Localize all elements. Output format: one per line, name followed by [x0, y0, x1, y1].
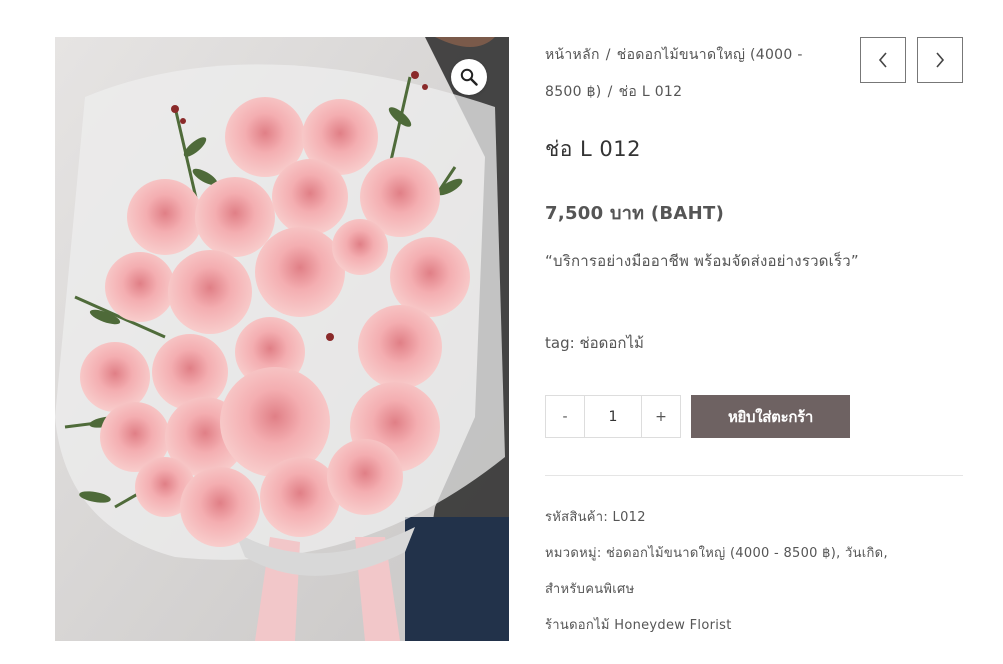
breadcrumb-home-link[interactable]: หน้าหลัก: [545, 47, 600, 63]
product-summary: หน้าหลัก / ช่อดอกไม้ขนาดใหญ่ (4000 - 8500 …: [545, 37, 963, 644]
breadcrumb: หน้าหลัก / ช่อดอกไม้ขนาดใหญ่ (4000 - 8500 …: [545, 37, 835, 111]
zoom-button[interactable]: [451, 59, 487, 95]
magnifier-icon: [460, 68, 478, 86]
quantity-stepper: - +: [545, 395, 681, 438]
product-title: ช่อ L 012: [545, 137, 641, 161]
tag-label: tag:: [545, 334, 575, 352]
divider: [545, 475, 963, 476]
sku-value: L012: [612, 510, 646, 525]
breadcrumb-separator: /: [607, 84, 613, 100]
rose-bouquet-photo: [55, 37, 509, 641]
shop-line: ร้านดอกไม้ Honeydew Florist: [545, 608, 963, 644]
product-meta: รหัสสินค้า: L012 หมวดหมู่: ช่อดอกไม้ขนาด…: [545, 500, 963, 644]
category-label: หมวดหมู่:: [545, 546, 602, 561]
quantity-input[interactable]: [584, 396, 642, 437]
breadcrumb-current: ช่อ L 012: [618, 84, 683, 100]
shop-label: ร้านดอกไม้: [545, 618, 610, 633]
sku-line: รหัสสินค้า: L012: [545, 500, 963, 536]
quantity-decrease-button[interactable]: -: [546, 396, 584, 437]
category-link[interactable]: ช่อดอกไม้ขนาดใหญ่ (4000 - 8500 ฿): [606, 546, 836, 561]
product-short-description: “บริการอย่างมืออาชีพ พร้อมจัดส่งอย่างรวด…: [545, 252, 859, 270]
category-line: หมวดหมู่: ช่อดอกไม้ขนาดใหญ่ (4000 - 8500…: [545, 546, 888, 561]
product-price: 7,500 บาท (BAHT): [545, 203, 725, 224]
tag-link[interactable]: ช่อดอกไม้: [579, 334, 643, 352]
product-tags: tag: ช่อดอกไม้: [545, 331, 963, 355]
breadcrumb-separator: /: [605, 47, 611, 63]
product-navigation: [860, 37, 963, 83]
product-image[interactable]: [55, 37, 509, 641]
category-link[interactable]: สำหรับคนพิเศษ: [545, 582, 634, 597]
previous-product-button[interactable]: [860, 37, 906, 83]
chevron-right-icon: [936, 52, 945, 68]
sku-label: รหัสสินค้า:: [545, 510, 609, 525]
quantity-increase-button[interactable]: +: [642, 396, 680, 437]
add-to-cart-form: - + หยิบใส่ตะกร้า: [545, 395, 963, 438]
shop-name-link[interactable]: Honeydew Florist: [614, 618, 731, 633]
category-line-continued: สำหรับคนพิเศษ: [545, 572, 963, 608]
category-link[interactable]: วันเกิด: [845, 546, 883, 561]
chevron-left-icon: [878, 52, 887, 68]
add-to-cart-button[interactable]: หยิบใส่ตะกร้า: [691, 395, 850, 438]
next-product-button[interactable]: [917, 37, 963, 83]
